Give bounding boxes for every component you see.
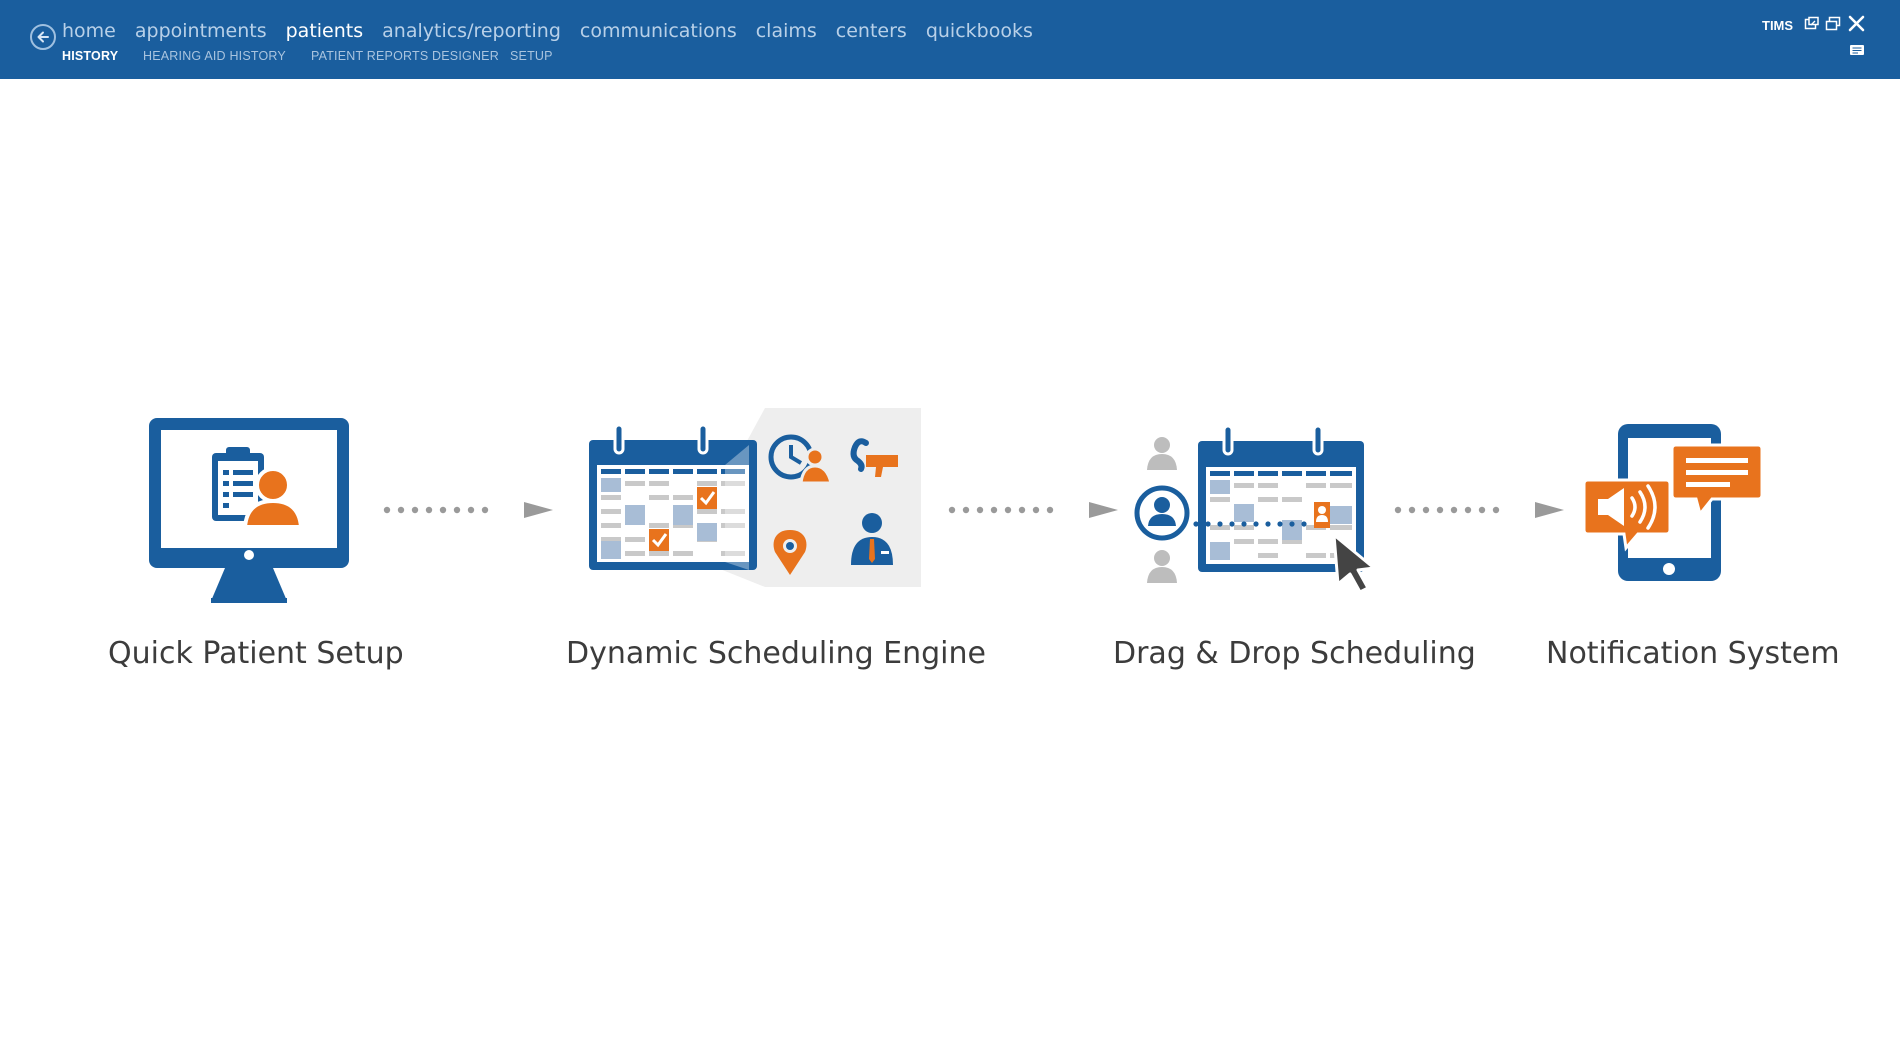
feature-label-quick-patient-setup: Quick Patient Setup — [108, 636, 404, 671]
restore-window-icon[interactable] — [1825, 16, 1841, 32]
tablet-notification-icon — [1582, 424, 1764, 581]
submenu-setup[interactable]: SETUP — [510, 49, 553, 63]
flow-arrow-1 — [383, 502, 553, 518]
drag-drop-calendar-icon — [1134, 424, 1376, 594]
close-icon[interactable] — [1848, 15, 1865, 32]
menu-communications[interactable]: communications — [580, 20, 737, 42]
new-window-icon[interactable] — [1804, 16, 1820, 32]
menu-appointments[interactable]: appointments — [135, 20, 267, 42]
feature-label-notification-system: Notification System — [1546, 636, 1840, 671]
menu-analytics-reporting[interactable]: analytics/reporting — [382, 20, 561, 42]
menu-quickbooks[interactable]: quickbooks — [926, 20, 1033, 42]
main-menu: home appointments patients analytics/rep… — [62, 20, 1052, 42]
menu-patients[interactable]: patients — [286, 20, 364, 42]
submenu-patient-reports-designer[interactable]: PATIENT REPORTS DESIGNER — [311, 49, 499, 63]
arrow-left-icon — [37, 31, 49, 43]
submenu-hearing-aid-history[interactable]: HEARING AID HISTORY — [143, 49, 286, 63]
feature-label-drag-drop-scheduling: Drag & Drop Scheduling — [1113, 636, 1476, 671]
window-title: TIMS — [1762, 18, 1794, 33]
message-icon[interactable] — [1849, 44, 1865, 56]
back-button[interactable] — [30, 24, 56, 50]
flow-arrow-2 — [948, 502, 1118, 518]
submenu-history[interactable]: HISTORY — [62, 49, 118, 63]
flow-arrow-3 — [1394, 502, 1564, 518]
menu-claims[interactable]: claims — [756, 20, 817, 42]
calendar-engine-icon — [589, 408, 921, 587]
top-navigation-bar: home appointments patients analytics/rep… — [0, 0, 1900, 79]
feature-label-dynamic-scheduling-engine: Dynamic Scheduling Engine — [566, 636, 986, 671]
menu-home[interactable]: home — [62, 20, 116, 42]
menu-centers[interactable]: centers — [836, 20, 907, 42]
monitor-patient-icon — [149, 418, 349, 603]
